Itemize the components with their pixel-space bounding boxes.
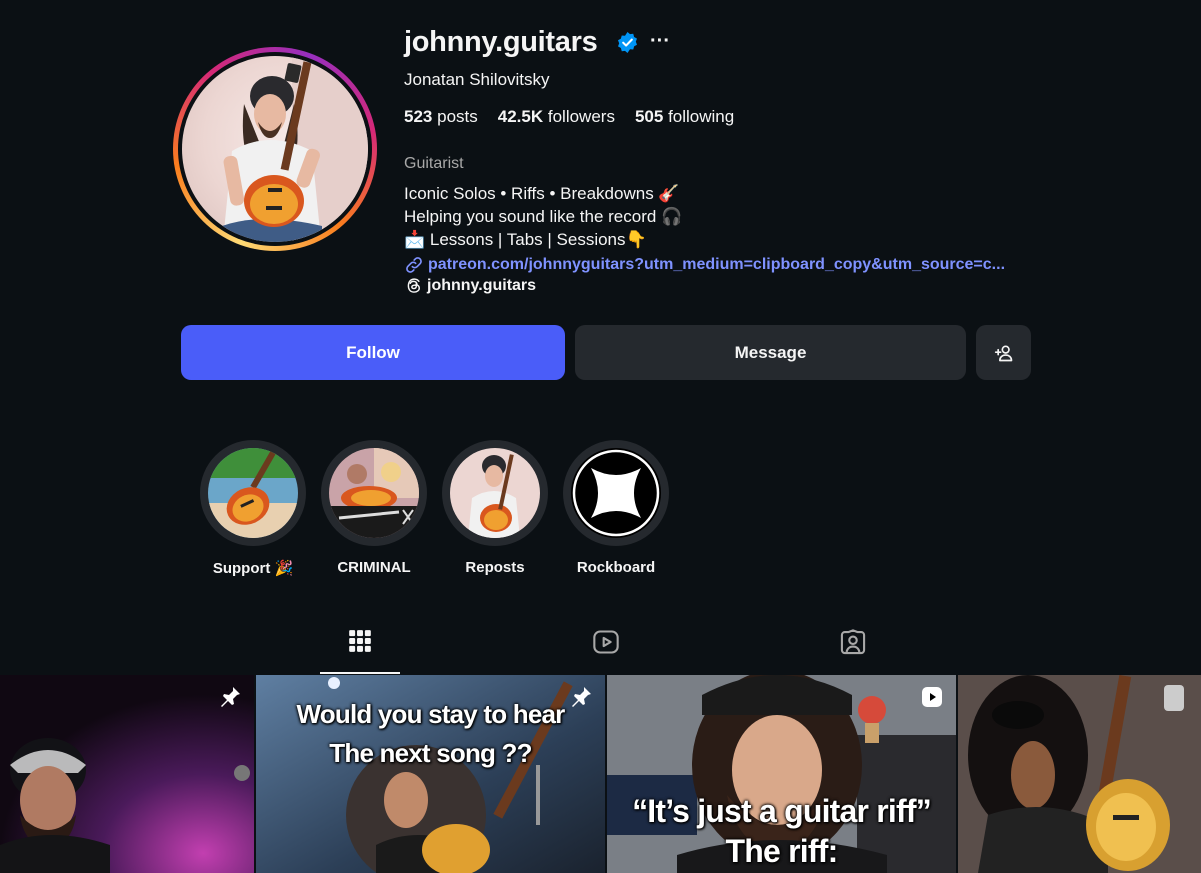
highlight-cover bbox=[208, 448, 298, 538]
profile-category: Guitarist bbox=[404, 155, 464, 172]
highlight-ring bbox=[563, 440, 669, 546]
post-tile[interactable] bbox=[0, 675, 254, 873]
profile-bio: Iconic Solos • Riffs • Breakdowns 🎸 Help… bbox=[404, 182, 682, 251]
reels-icon bbox=[593, 630, 619, 654]
pin-icon bbox=[572, 687, 591, 707]
rockboard-logo-icon bbox=[572, 449, 660, 537]
bio-line: Iconic Solos • Riffs • Breakdowns 🎸 bbox=[404, 184, 680, 203]
username: johnny.guitars bbox=[404, 26, 598, 58]
highlight-ring bbox=[200, 440, 306, 546]
suggest-users-button[interactable] bbox=[976, 325, 1031, 380]
posts-label: posts bbox=[437, 107, 478, 126]
highlight-ring bbox=[442, 440, 548, 546]
post-caption-line: The riff: bbox=[725, 833, 839, 869]
profile-avatar[interactable] bbox=[173, 47, 377, 251]
bio-line: 📩 Lessons | Tabs | Sessions👇 bbox=[404, 230, 647, 249]
profile-link[interactable]: patreon.com/johnnyguitars?utm_medium=cli… bbox=[404, 255, 1005, 275]
following-stat[interactable]: 505 following bbox=[635, 107, 734, 127]
highlight-criminal[interactable]: CRIMINAL bbox=[320, 440, 428, 576]
threads-link[interactable]: johnny.guitars bbox=[404, 276, 536, 295]
post-thumbnail bbox=[0, 675, 254, 873]
highlight-cover bbox=[450, 448, 540, 538]
message-button[interactable]: Message bbox=[575, 325, 966, 380]
posts-stat: 523 posts bbox=[404, 107, 478, 127]
highlight-rockboard[interactable]: Rockboard bbox=[562, 440, 670, 576]
posts-count: 523 bbox=[404, 107, 433, 126]
highlight-cover-image bbox=[450, 448, 540, 538]
reel-badge-icon bbox=[922, 687, 942, 707]
followers-count: 42.5K bbox=[497, 107, 544, 126]
bio-line: Helping you sound like the record 🎧 bbox=[404, 207, 683, 226]
post-thumbnail bbox=[958, 675, 1201, 873]
verified-badge-icon bbox=[618, 31, 637, 54]
post-tile[interactable]: Would you stay to hear The next song ?? bbox=[256, 675, 605, 873]
highlight-cover-image bbox=[329, 448, 419, 538]
pin-icon bbox=[221, 687, 240, 707]
tab-reels[interactable] bbox=[566, 628, 646, 674]
tagged-icon bbox=[840, 629, 866, 655]
tab-posts[interactable] bbox=[320, 628, 400, 674]
highlight-label: CRIMINAL bbox=[337, 559, 411, 576]
highlight-cover bbox=[571, 448, 661, 538]
threads-icon bbox=[407, 278, 420, 293]
avatar-image bbox=[182, 56, 368, 242]
post-caption-line: “It’s just a guitar riff” bbox=[632, 793, 932, 829]
followers-stat[interactable]: 42.5K followers bbox=[498, 107, 615, 127]
highlight-support[interactable]: Support 🎉 bbox=[199, 440, 307, 577]
profile-link-text: patreon.com/johnnyguitars?utm_medium=cli… bbox=[428, 256, 1006, 273]
full-name: Jonatan Shilovitsky bbox=[404, 70, 550, 89]
post-caption-line: The next song ?? bbox=[329, 738, 532, 768]
link-icon bbox=[406, 257, 422, 273]
highlight-label: Support 🎉 bbox=[212, 560, 294, 577]
profile-stats: 523 posts 42.5K followers 505 following bbox=[404, 107, 734, 127]
followers-label: followers bbox=[547, 107, 615, 126]
following-label: following bbox=[668, 107, 735, 126]
avatar-photo-illustration bbox=[222, 56, 368, 242]
post-caption-line: Would you stay to hear bbox=[296, 699, 566, 729]
follow-button[interactable]: Follow bbox=[181, 325, 565, 380]
tab-tagged[interactable] bbox=[813, 628, 893, 674]
highlight-cover bbox=[329, 448, 419, 538]
threads-handle: johnny.guitars bbox=[427, 276, 537, 294]
more-options-icon[interactable]: ··· bbox=[650, 30, 670, 53]
following-count: 505 bbox=[634, 107, 664, 126]
post-tile[interactable] bbox=[958, 675, 1201, 873]
highlight-label: Reposts bbox=[465, 559, 525, 576]
add-user-icon bbox=[994, 345, 1012, 361]
highlight-cover-image bbox=[208, 448, 298, 538]
highlight-ring bbox=[321, 440, 427, 546]
highlight-reposts[interactable]: Reposts bbox=[441, 440, 549, 576]
highlight-label: Rockboard bbox=[576, 559, 656, 576]
grid-icon bbox=[349, 630, 371, 652]
post-tile[interactable]: “It’s just a guitar riff” The riff: bbox=[607, 675, 956, 873]
